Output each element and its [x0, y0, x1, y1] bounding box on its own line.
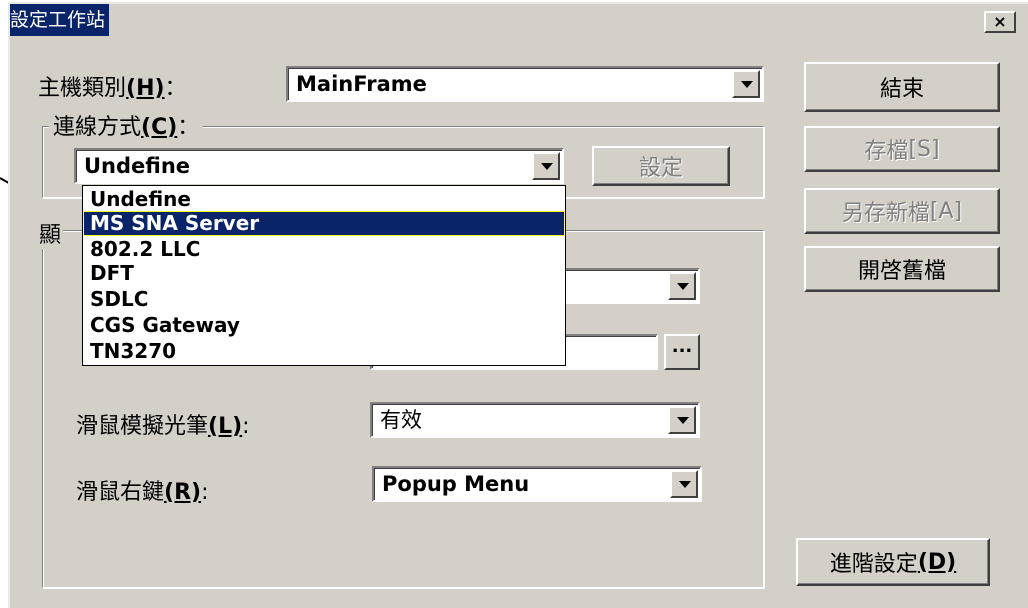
connection-option[interactable]: 802.2 LLC	[84, 238, 564, 261]
right-click-label: 滑鼠右鍵(R):	[76, 480, 209, 505]
connection-group-label: 連線方式(C)：	[49, 109, 204, 141]
close-button[interactable]: 結束	[804, 62, 1000, 112]
title-bar: 設定工作站 ×	[10, 4, 1028, 36]
connection-dropdown-list[interactable]: Undefine MS SNA Server 802.2 LLC DFT SDLC CGS…	[82, 185, 566, 366]
host-type-label: 主機類別(H)：	[38, 76, 187, 101]
host-type-select[interactable]: MainFrame	[286, 66, 764, 102]
host-type-value: MainFrame	[296, 72, 427, 96]
connection-option[interactable]: DFT	[84, 262, 564, 285]
window-title: 設定工作站	[10, 4, 110, 36]
connection-option[interactable]: CGS Gateway	[84, 314, 564, 337]
close-window-button[interactable]: ×	[984, 11, 1016, 33]
display-group-label: 顯	[37, 217, 64, 249]
open-file-button[interactable]: 開啓舊檔	[804, 246, 1000, 292]
connection-option[interactable]: SDLC	[84, 288, 564, 311]
light-pen-value: 有效	[380, 408, 422, 432]
chevron-down-icon[interactable]	[732, 70, 760, 98]
right-click-value: Popup Menu	[382, 472, 530, 496]
advanced-settings-button[interactable]: 進階設定 (D)	[796, 538, 990, 586]
workstation-settings-dialog: 設定工作站 × 主機類別(H)： MainFrame 連線方式(C)： Unde…	[8, 2, 1028, 608]
connection-option[interactable]: Undefine	[84, 188, 564, 211]
connection-option[interactable]: MS SNA Server	[83, 211, 565, 236]
chevron-down-icon[interactable]	[668, 272, 696, 300]
chevron-down-icon[interactable]	[668, 406, 696, 434]
close-icon: ×	[993, 12, 1007, 31]
save-button[interactable]: 存檔 [S]	[804, 126, 1000, 172]
connection-option[interactable]: TN3270	[84, 340, 564, 363]
connection-settings-button[interactable]: 設定	[592, 146, 730, 186]
right-click-select[interactable]: Popup Menu	[372, 466, 702, 502]
light-pen-select[interactable]: 有效	[370, 402, 700, 438]
chevron-down-icon[interactable]	[670, 470, 698, 498]
browse-button[interactable]: ...	[664, 334, 700, 370]
connection-value: Undefine	[84, 154, 191, 178]
save-as-button[interactable]: 另存新檔 [A]	[804, 188, 1000, 234]
chevron-down-icon[interactable]	[532, 152, 560, 180]
connection-select[interactable]: Undefine	[74, 148, 564, 184]
light-pen-label: 滑鼠模擬光筆(L):	[76, 414, 250, 439]
